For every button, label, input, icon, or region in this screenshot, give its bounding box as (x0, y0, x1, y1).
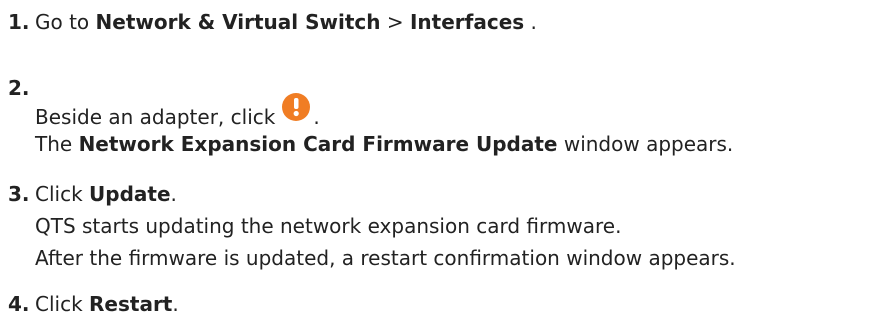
text: Beside an adapter, click (35, 105, 276, 129)
step-2-line-2: The Network Expansion Card Firmware Upda… (35, 130, 733, 158)
text: . (170, 182, 177, 206)
window-name: Network Expansion Card Firmware Update (78, 132, 558, 156)
text: Go to (35, 10, 96, 34)
text: . (524, 10, 537, 34)
restart-label: Restart (89, 292, 173, 316)
warning-icon (281, 93, 313, 126)
text: . (172, 292, 179, 316)
text: Click (35, 292, 90, 316)
step-3-line-1: Click Update. (35, 180, 177, 208)
step-number: 4. (8, 292, 30, 316)
menu-path-network: Network & Virtual Switch (95, 10, 381, 34)
text: . (313, 105, 320, 129)
step-2-line-1: Beside an adapter, click. (35, 93, 320, 131)
step-3-line-2: QTS starts updating the network expansio… (35, 214, 622, 238)
text: Click (35, 182, 90, 206)
step-3-line-3: After the firmware is updated, a restart… (35, 246, 736, 270)
step-number: 1. (8, 10, 30, 34)
menu-path-interfaces: Interfaces (409, 10, 525, 34)
text: window appears. (557, 132, 734, 156)
step-4-line-1: Click Restart. (35, 290, 179, 318)
text: The (35, 132, 79, 156)
update-label: Update (89, 182, 171, 206)
step-number: 3. (8, 182, 30, 206)
step-1-text: Go to Network & Virtual Switch > Interfa… (35, 8, 537, 36)
path-separator: > (380, 10, 410, 34)
step-number: 2. (8, 76, 30, 100)
